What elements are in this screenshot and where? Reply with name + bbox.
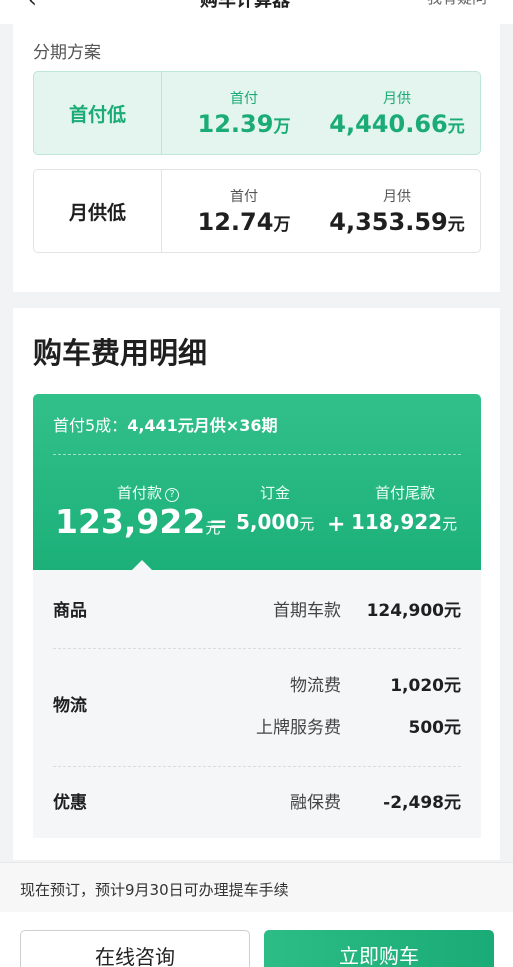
plan-summary: 首付5成：4,441元月供×36期 bbox=[53, 416, 278, 435]
divider bbox=[53, 766, 461, 767]
installment-section-label: 分期方案 bbox=[33, 43, 101, 63]
down-payment-value: 12.39万 bbox=[197, 110, 291, 138]
equals-sign: = bbox=[209, 512, 228, 537]
plan-option-name: 首付低 bbox=[34, 72, 162, 154]
plate-service-fee-label: 上牌服务费 bbox=[256, 718, 341, 738]
monthly-payment-value: 4,353.59元 bbox=[329, 208, 465, 236]
plus-sign: + bbox=[327, 512, 346, 537]
page-title: 购车计算器 bbox=[200, 0, 290, 11]
first-car-payment-value: 124,900元 bbox=[366, 601, 461, 621]
monthly-payment-label: 月供 bbox=[383, 91, 411, 107]
down-payment-total-label: 首付款? bbox=[73, 482, 223, 503]
category-goods: 商品 bbox=[53, 601, 87, 621]
cost-detail-list: 商品 首期车款 124,900元 物流 物流费 1,020元 上牌服务费 500… bbox=[33, 570, 481, 838]
divider bbox=[53, 648, 461, 649]
cost-detail-title: 购车费用明细 bbox=[33, 336, 208, 370]
pickup-notice-text: 现在预订，预计9月30日可办理提车手续 bbox=[20, 881, 289, 899]
balance-value: 118,922元 bbox=[351, 510, 458, 534]
down-payment-label: 首付 bbox=[230, 189, 258, 205]
logistics-fee-label: 物流费 bbox=[290, 676, 341, 696]
logistics-fee-value: 1,020元 bbox=[390, 676, 461, 696]
category-logistics: 物流 bbox=[53, 696, 87, 716]
cost-detail-card: 购车费用明细 首付5成：4,441元月供×36期 首付款? 123,922元 =… bbox=[13, 308, 500, 860]
installment-plan-card: 分期方案 首付低 首付 12.39万 月供 4,440.66元 月供低 首付 1… bbox=[13, 24, 500, 292]
plan-option-low-monthly[interactable]: 月供低 首付 12.74万 月供 4,353.59元 bbox=[33, 169, 481, 253]
bottom-action-bar: 在线咨询 立即购车 bbox=[0, 912, 513, 967]
insurance-fee-value: -2,498元 bbox=[383, 793, 461, 813]
deposit-value: 5,000元 bbox=[236, 510, 315, 534]
monthly-payment-column: 月供 4,440.66元 bbox=[322, 88, 472, 138]
category-discount: 优惠 bbox=[53, 793, 87, 813]
down-payment-value: 12.74万 bbox=[197, 208, 291, 236]
balance-label: 首付尾款 bbox=[374, 484, 435, 502]
question-link[interactable]: 我有疑问 bbox=[427, 0, 487, 8]
down-payment-column: 首付 12.39万 bbox=[184, 88, 304, 138]
plan-option-low-down-payment[interactable]: 首付低 首付 12.39万 月供 4,440.66元 bbox=[33, 71, 481, 155]
insurance-fee-label: 融保费 bbox=[290, 793, 341, 813]
down-payment-label: 首付 bbox=[230, 91, 258, 107]
plan-option-name: 月供低 bbox=[34, 170, 162, 252]
down-payment-total-value: 123,922元 bbox=[55, 502, 221, 541]
buy-now-button[interactable]: 立即购车 bbox=[264, 930, 494, 967]
monthly-payment-column: 月供 4,353.59元 bbox=[322, 186, 472, 236]
top-navigation-bar: ‹ 购车计算器 我有疑问 bbox=[0, 0, 513, 24]
divider bbox=[53, 454, 461, 455]
back-arrow-icon[interactable]: ‹ bbox=[28, 0, 37, 13]
online-consult-button[interactable]: 在线咨询 bbox=[20, 930, 250, 967]
monthly-payment-value: 4,440.66元 bbox=[329, 110, 465, 138]
help-icon[interactable]: ? bbox=[165, 488, 179, 502]
pickup-notice-bar: 现在预订，预计9月30日可办理提车手续 bbox=[0, 862, 513, 912]
monthly-payment-label: 月供 bbox=[383, 189, 411, 205]
first-car-payment-label: 首期车款 bbox=[273, 601, 341, 621]
down-payment-summary: 首付5成：4,441元月供×36期 首付款? 123,922元 = 订金 5,0… bbox=[33, 394, 481, 571]
down-payment-column: 首付 12.74万 bbox=[184, 186, 304, 236]
plate-service-fee-value: 500元 bbox=[408, 718, 462, 738]
deposit-label: 订金 bbox=[259, 484, 290, 502]
